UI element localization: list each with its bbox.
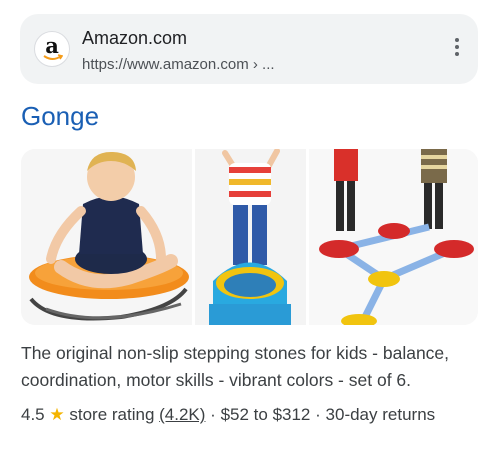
result-images (21, 149, 478, 325)
returns-info: 30-day returns (325, 405, 436, 424)
amazon-smile-icon (43, 54, 63, 60)
child-on-spinning-seat-image[interactable] (21, 149, 192, 325)
rating-value: 4.5 (21, 405, 45, 424)
result-meta: 4.5 ★ store rating (4.2K) · $52 to $312 … (21, 405, 435, 425)
review-count-link[interactable]: (4.2K) (159, 405, 205, 424)
result-title[interactable]: Gonge (21, 101, 99, 132)
site-url[interactable]: https://www.amazon.com › ... (82, 56, 275, 73)
amazon-logo-icon: a (34, 31, 70, 67)
children-on-stepping-stones-image[interactable] (309, 149, 478, 325)
separator: · (210, 405, 216, 424)
result-description: The original non-slip stepping stones fo… (21, 343, 450, 390)
site-name[interactable]: Amazon.com (82, 28, 187, 49)
source-card[interactable]: a Amazon.com https://www.amazon.com › ..… (20, 14, 478, 84)
star-icon: ★ (49, 405, 65, 424)
more-vert-icon[interactable] (452, 38, 462, 60)
separator: · (315, 405, 321, 424)
price-range: $52 to $312 (220, 405, 311, 424)
child-on-tunnel-image[interactable] (195, 149, 306, 325)
rating-label: store rating (69, 405, 155, 424)
